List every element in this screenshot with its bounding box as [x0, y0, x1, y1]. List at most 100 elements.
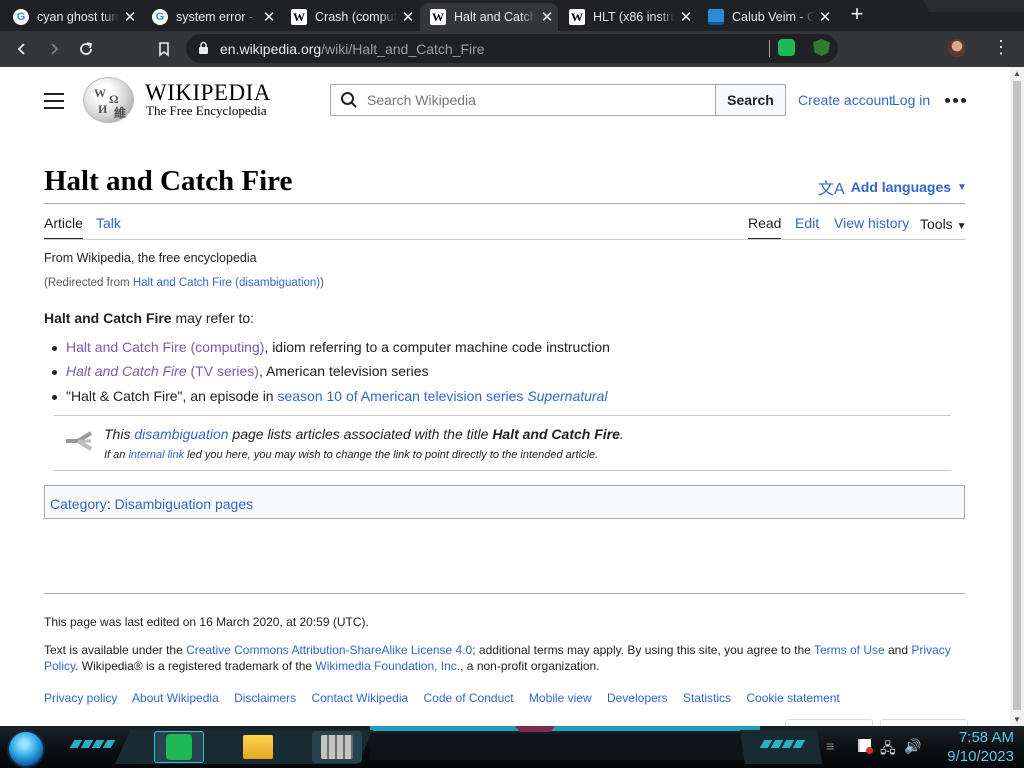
wikimedia-badge[interactable] — [785, 719, 873, 726]
create-account-link[interactable]: Create account — [798, 92, 893, 108]
monitor-icon — [708, 9, 724, 25]
close-tab-icon[interactable]: ✕ — [814, 8, 836, 26]
close-tab-icon[interactable]: ✕ — [258, 8, 280, 26]
disambiguation-link[interactable]: disambiguation — [134, 426, 228, 442]
license-text: Text is available under the Creative Com… — [44, 643, 951, 674]
cc-license-link[interactable]: Creative Commons Attribution-ShareAlike … — [186, 643, 472, 657]
browser-tab[interactable]: G system error - C ✕ — [142, 3, 280, 31]
add-languages-label: Add languages — [850, 179, 952, 195]
list-item: Halt and Catch Fire (computing), idiom r… — [52, 337, 610, 357]
address-bar[interactable]: en.wikipedia.org/wiki/Halt_and_Catch_Fir… — [186, 34, 838, 63]
taskbar-accent — [370, 726, 760, 731]
tab-title: Crash (computi — [315, 10, 397, 24]
tools-menu[interactable]: Tools ▼ — [920, 216, 966, 232]
disambiguation-icon — [66, 431, 93, 451]
tab-title: system error - C — [176, 10, 258, 24]
mediawiki-badge[interactable] — [880, 719, 968, 726]
main-menu-icon[interactable] — [44, 93, 64, 109]
tab-article[interactable]: Article — [44, 215, 83, 240]
tab-edit[interactable]: Edit — [795, 215, 819, 231]
chevron-down-icon: ▼ — [956, 221, 967, 232]
os-taskbar: ≡ 🖧 🔊 7:58 AM 9/10/2023 — [0, 726, 1024, 768]
close-tab-icon[interactable]: ✕ — [675, 8, 697, 26]
disambiguation-list: Halt and Catch Fire (computing), idiom r… — [52, 337, 610, 410]
footer-link-code-of-conduct[interactable]: Code of Conduct — [424, 691, 514, 705]
tools-label: Tools — [920, 216, 953, 232]
wikipedia-globe-logo[interactable]: WΩИ維 — [83, 77, 134, 123]
category-box: Category: Disambiguation pages — [44, 485, 965, 519]
notice-line-2: If an internal link led you here, you ma… — [104, 449, 599, 461]
tab-view-history[interactable]: View history — [834, 215, 909, 231]
footer-link-disclaimers[interactable]: Disclaimers — [234, 691, 296, 705]
browser-taskbar-app[interactable] — [312, 731, 362, 763]
browser-tab[interactable]: W HLT (x86 instru ✕ — [559, 3, 697, 31]
browser-tab[interactable]: G cyan ghost turn ✕ — [3, 3, 141, 31]
footer-link-developers[interactable]: Developers — [607, 691, 668, 705]
log-in-link[interactable]: Log in — [892, 92, 930, 108]
supernatural-season-link[interactable]: season 10 of American television series … — [277, 388, 607, 404]
disambiguation-pages-link[interactable]: Disambiguation pages — [115, 496, 254, 512]
page-viewport: WΩИ維 WIKIPEDIA The Free Encyclopedia Sea… — [0, 67, 1024, 726]
scroll-up-icon[interactable]: ▲ — [1013, 69, 1021, 78]
chevron-down-icon: ▼ — [957, 181, 967, 193]
volume-icon[interactable]: 🔊 — [904, 738, 921, 755]
omnibox-separator — [769, 40, 770, 57]
spotify-taskbar-app[interactable] — [154, 731, 204, 763]
add-languages-button[interactable]: 文A Add languages ▼ — [818, 175, 967, 199]
footer-link-statistics[interactable]: Statistics — [683, 691, 731, 705]
footer-link-cookie-statement[interactable]: Cookie statement — [746, 691, 839, 705]
scrollbar-thumb[interactable] — [1013, 81, 1021, 710]
footer-link-mobile-view[interactable]: Mobile view — [529, 691, 592, 705]
taskbar-clock[interactable]: 7:58 AM 9/10/2023 — [930, 728, 1014, 766]
new-tab-button[interactable]: + — [847, 3, 867, 25]
footer-link-about[interactable]: About Wikipedia — [132, 691, 219, 705]
redirect-note: (Redirected from Halt and Catch Fire (di… — [44, 277, 324, 289]
browser-tab[interactable]: Calub Veim - Co ✕ — [698, 3, 836, 31]
taskbar-frame — [370, 734, 760, 760]
redirect-link[interactable]: Halt and Catch Fire (disambiguation) — [133, 277, 320, 289]
list-item: Halt and Catch Fire (TV series), America… — [52, 361, 610, 381]
file-explorer-taskbar-app[interactable] — [233, 731, 283, 763]
scroll-down-icon[interactable]: ▼ — [1013, 715, 1021, 724]
show-desktop-icon[interactable]: ≡ — [826, 738, 834, 754]
terms-of-use-link[interactable]: Terms of Use — [814, 643, 885, 657]
internal-link-link[interactable]: internal link — [128, 449, 184, 461]
reload-button[interactable] — [74, 37, 98, 61]
wikipedia-icon: W — [430, 9, 446, 25]
network-icon[interactable]: 🖧 — [880, 738, 896, 762]
browser-tab[interactable]: W Crash (computi ✕ — [281, 3, 419, 31]
computing-link[interactable]: Halt and Catch Fire (computing) — [66, 339, 264, 355]
action-center-flag-icon[interactable] — [858, 739, 873, 754]
back-button[interactable] — [10, 37, 34, 61]
browser-toolbar: en.wikipedia.org/wiki/Halt_and_Catch_Fir… — [0, 31, 1024, 67]
tv-series-link[interactable]: Halt and Catch Fire (TV series) — [66, 363, 259, 379]
footer-link-contact[interactable]: Contact Wikipedia — [311, 691, 408, 705]
browser-tab-active[interactable]: W Halt and Catch ✕ — [420, 3, 558, 31]
list-item: "Halt & Catch Fire", an episode in seaso… — [52, 386, 610, 406]
close-tab-icon[interactable]: ✕ — [397, 8, 419, 26]
search-button[interactable]: Search — [715, 84, 786, 116]
tab-read[interactable]: Read — [748, 215, 782, 240]
close-tab-icon[interactable]: ✕ — [119, 8, 141, 26]
window-icon — [321, 735, 353, 759]
close-tab-icon[interactable]: ✕ — [536, 8, 558, 26]
forward-button[interactable] — [42, 37, 66, 61]
search-input[interactable] — [367, 90, 707, 110]
more-options-icon[interactable] — [945, 98, 966, 103]
taskbar-decoration — [515, 726, 555, 732]
search-box[interactable] — [330, 84, 716, 116]
spotify-extension-icon[interactable] — [778, 39, 795, 56]
category-label-link[interactable]: Category — [50, 496, 107, 512]
wikimedia-foundation-link[interactable]: Wikimedia Foundation, Inc. — [315, 659, 460, 673]
tab-talk[interactable]: Talk — [96, 215, 121, 231]
bookmark-button[interactable] — [152, 37, 176, 61]
browser-menu-icon[interactable]: ⋮ — [992, 37, 1010, 58]
start-button[interactable] — [7, 730, 45, 768]
footer-link-privacy-policy[interactable]: Privacy policy — [44, 691, 117, 705]
page-scrollbar[interactable]: ▲ ▼ — [1010, 67, 1024, 726]
tab-title: HLT (x86 instru — [593, 10, 675, 24]
footer-divider — [44, 593, 965, 594]
window-corner-decoration — [922, 0, 1024, 12]
profile-avatar[interactable] — [948, 39, 966, 57]
lock-icon[interactable] — [198, 41, 209, 55]
